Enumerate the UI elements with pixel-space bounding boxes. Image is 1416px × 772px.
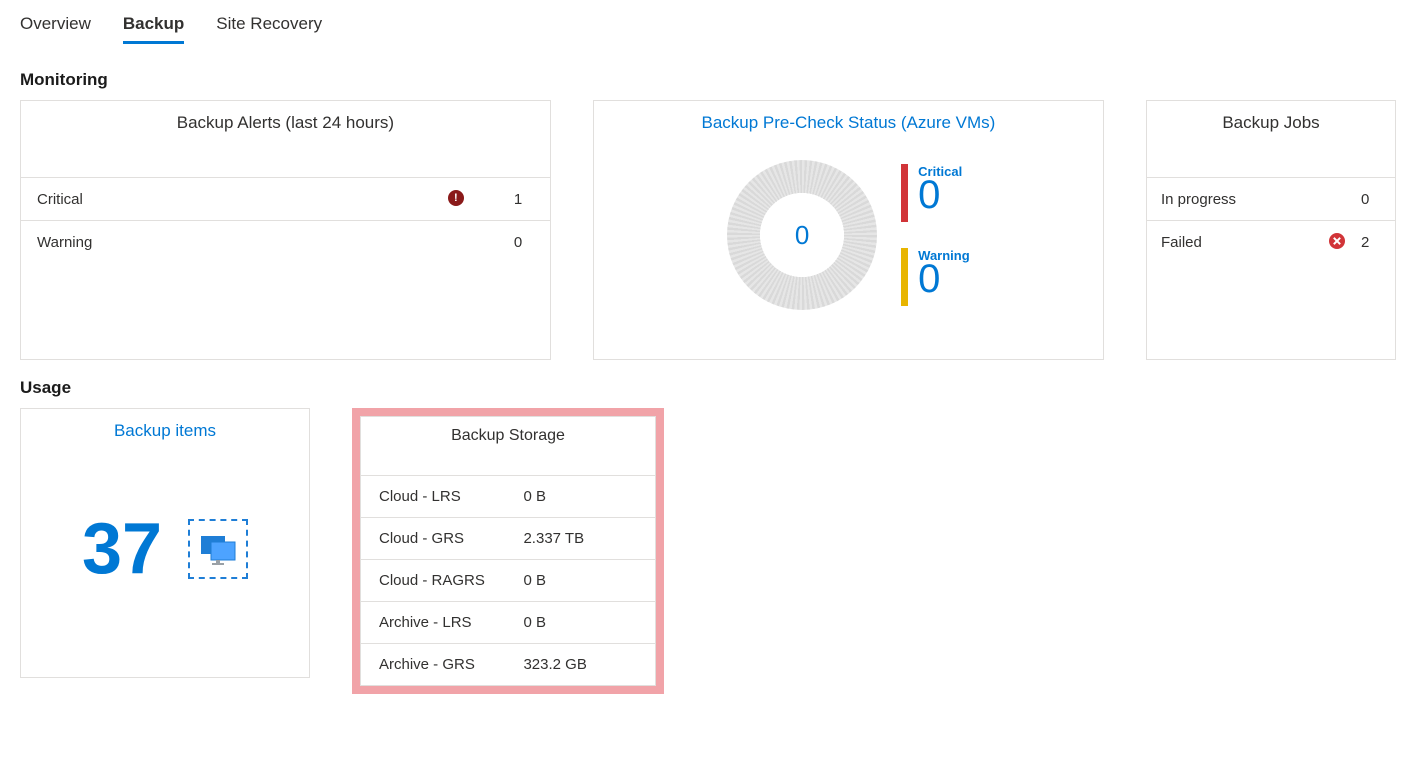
backup-jobs-card[interactable]: Backup Jobs In progress 0 Failed 2 bbox=[1146, 100, 1396, 360]
alert-value: 1 bbox=[514, 191, 534, 208]
jobs-row-failed[interactable]: Failed 2 bbox=[1147, 220, 1395, 263]
storage-row-cloud-lrs[interactable]: Cloud - LRS 0 B bbox=[361, 475, 655, 517]
alert-label: Critical bbox=[37, 191, 448, 208]
backup-storage-highlight: Backup Storage Cloud - LRS 0 B Cloud - G… bbox=[352, 408, 664, 694]
legend-bar-icon bbox=[901, 164, 908, 222]
storage-value: 0 B bbox=[523, 572, 637, 589]
precheck-card[interactable]: Backup Pre-Check Status (Azure VMs) 0 Cr… bbox=[593, 100, 1104, 360]
storage-label: Archive - LRS bbox=[379, 614, 523, 631]
backup-alerts-card[interactable]: Backup Alerts (last 24 hours) Critical 1… bbox=[20, 100, 551, 360]
error-icon bbox=[1329, 233, 1347, 251]
storage-value: 0 B bbox=[523, 614, 637, 631]
storage-label: Cloud - GRS bbox=[379, 530, 523, 547]
backup-storage-card[interactable]: Backup Storage Cloud - LRS 0 B Cloud - G… bbox=[360, 416, 656, 686]
backup-storage-title: Backup Storage bbox=[361, 417, 655, 475]
storage-value: 2.337 TB bbox=[523, 530, 637, 547]
jobs-row-in-progress[interactable]: In progress 0 bbox=[1147, 177, 1395, 220]
alert-row-critical[interactable]: Critical 1 bbox=[21, 177, 550, 220]
alert-row-warning[interactable]: Warning 0 bbox=[21, 220, 550, 263]
legend-value: 0 bbox=[918, 259, 970, 299]
backup-items-icon bbox=[188, 519, 248, 579]
backup-items-count: 37 bbox=[82, 513, 162, 585]
legend-value: 0 bbox=[918, 175, 962, 215]
storage-row-cloud-grs[interactable]: Cloud - GRS 2.337 TB bbox=[361, 517, 655, 559]
precheck-legend: Critical 0 Warning 0 bbox=[901, 164, 970, 306]
backup-items-title[interactable]: Backup items bbox=[21, 409, 309, 449]
no-icon bbox=[1329, 190, 1347, 208]
storage-label: Archive - GRS bbox=[379, 656, 523, 673]
precheck-total: 0 bbox=[760, 193, 844, 277]
storage-row-archive-grs[interactable]: Archive - GRS 323.2 GB bbox=[361, 643, 655, 685]
usage-cards: Backup items 37 Backup Storage Cloud - L… bbox=[20, 408, 1396, 694]
jobs-value: 2 bbox=[1361, 234, 1381, 251]
precheck-donut-chart: 0 bbox=[727, 160, 877, 310]
storage-row-cloud-ragrs[interactable]: Cloud - RAGRS 0 B bbox=[361, 559, 655, 601]
tab-site-recovery[interactable]: Site Recovery bbox=[216, 8, 322, 42]
legend-critical[interactable]: Critical 0 bbox=[901, 164, 970, 222]
monitoring-heading: Monitoring bbox=[20, 70, 1396, 90]
tab-overview[interactable]: Overview bbox=[20, 8, 91, 42]
storage-row-archive-lrs[interactable]: Archive - LRS 0 B bbox=[361, 601, 655, 643]
alert-value: 0 bbox=[514, 234, 534, 251]
alert-label: Warning bbox=[37, 234, 448, 251]
backup-items-body: 37 bbox=[21, 449, 309, 649]
storage-value: 0 B bbox=[523, 488, 637, 505]
tabs: Overview Backup Site Recovery bbox=[20, 0, 1396, 42]
monitoring-cards: Backup Alerts (last 24 hours) Critical 1… bbox=[20, 100, 1396, 360]
backup-items-card[interactable]: Backup items 37 bbox=[20, 408, 310, 678]
jobs-label: Failed bbox=[1161, 234, 1329, 251]
critical-icon bbox=[448, 190, 466, 208]
usage-heading: Usage bbox=[20, 378, 1396, 398]
jobs-label: In progress bbox=[1161, 191, 1329, 208]
precheck-title[interactable]: Backup Pre-Check Status (Azure VMs) bbox=[594, 101, 1103, 141]
no-icon bbox=[448, 233, 466, 251]
storage-label: Cloud - LRS bbox=[379, 488, 523, 505]
legend-warning[interactable]: Warning 0 bbox=[901, 248, 970, 306]
storage-label: Cloud - RAGRS bbox=[379, 572, 523, 589]
tab-backup[interactable]: Backup bbox=[123, 8, 184, 42]
backup-jobs-title: Backup Jobs bbox=[1147, 101, 1395, 177]
storage-value: 323.2 GB bbox=[523, 656, 637, 673]
jobs-value: 0 bbox=[1361, 191, 1381, 208]
precheck-body: 0 Critical 0 Warning 0 bbox=[594, 141, 1103, 321]
backup-alerts-title: Backup Alerts (last 24 hours) bbox=[21, 101, 550, 177]
legend-bar-icon bbox=[901, 248, 908, 306]
